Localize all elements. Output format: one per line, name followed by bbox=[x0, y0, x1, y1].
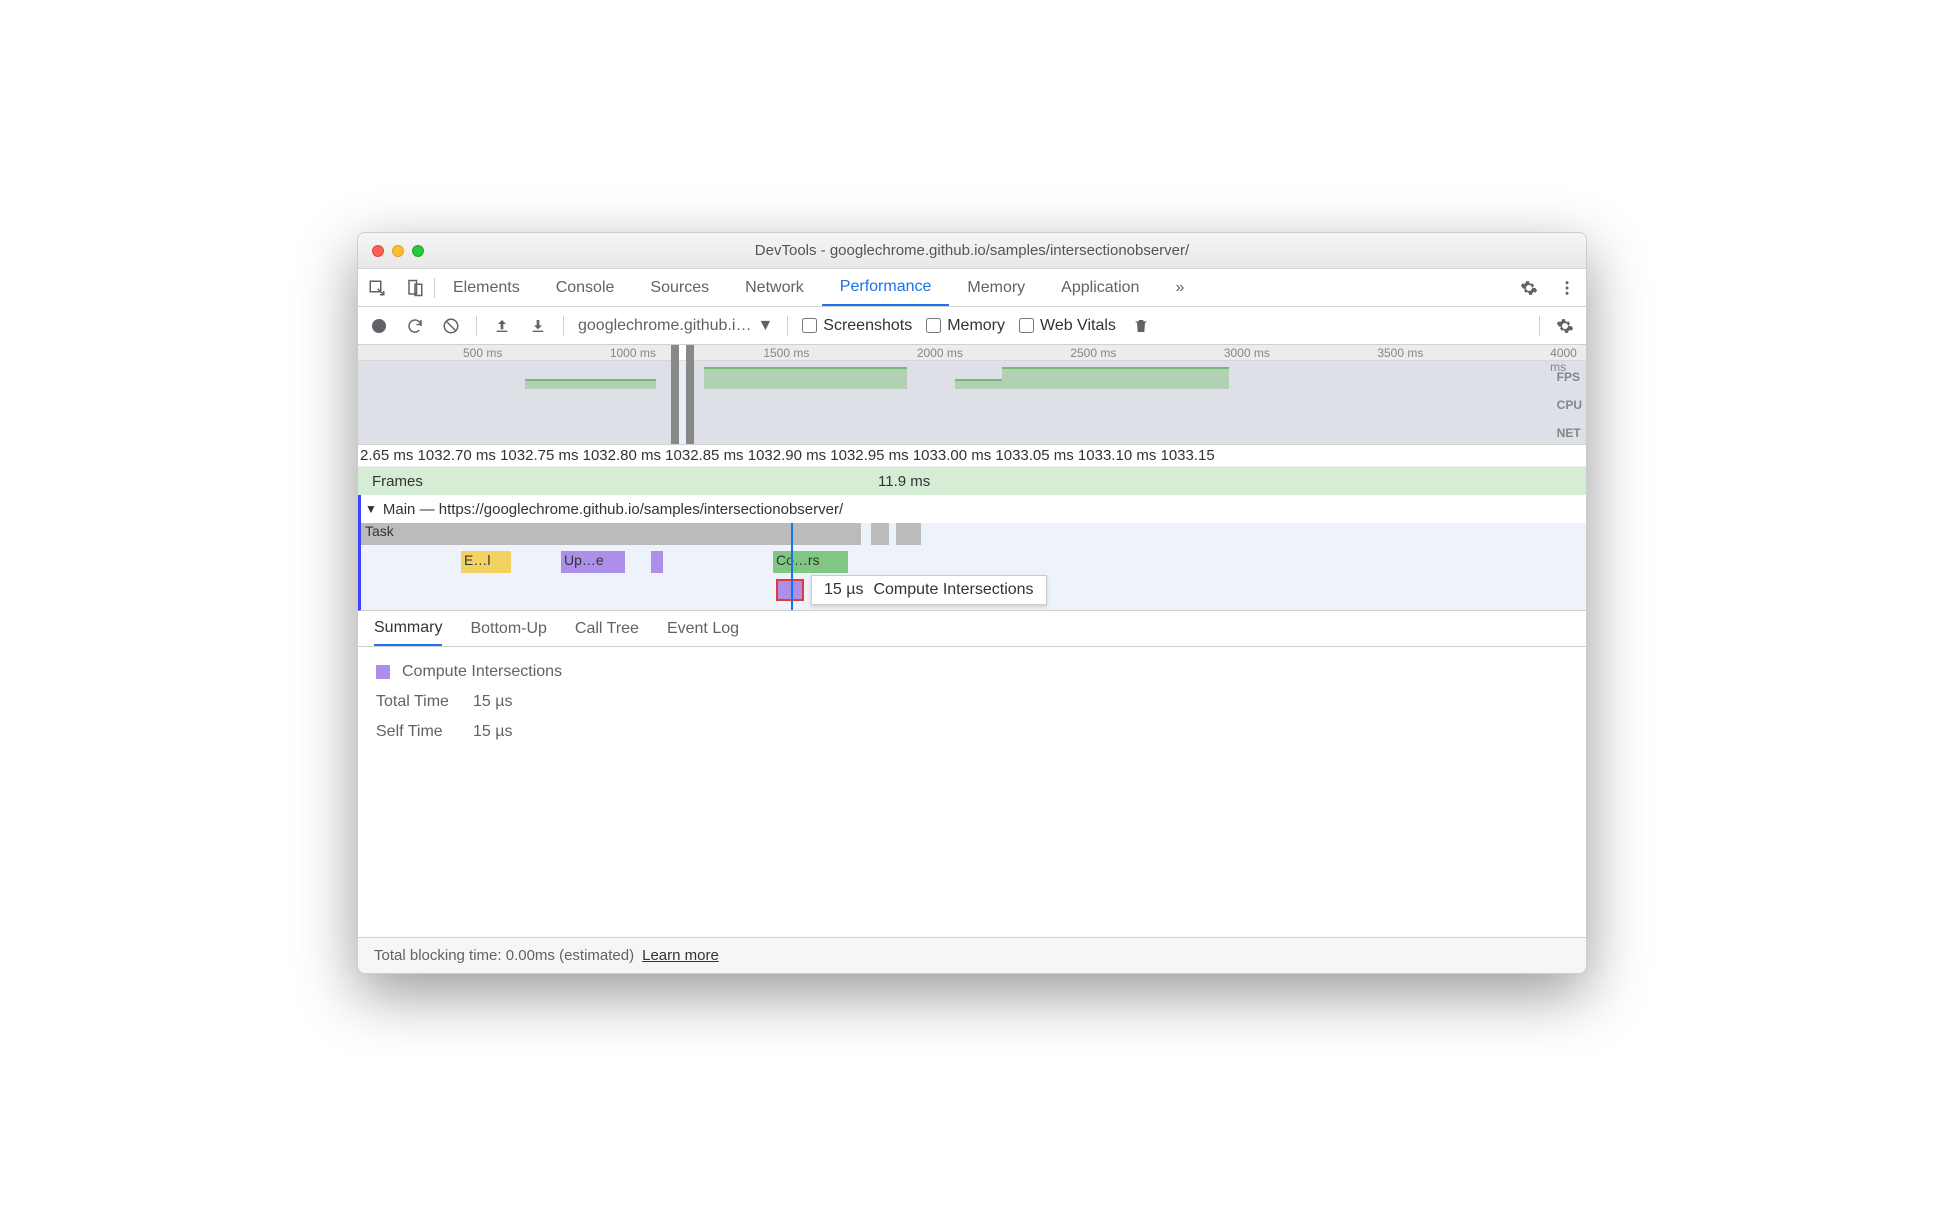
tab-performance[interactable]: Performance bbox=[822, 269, 950, 306]
webvitals-checkbox[interactable]: Web Vitals bbox=[1019, 317, 1116, 335]
overview-handle-right[interactable] bbox=[686, 345, 694, 444]
tab-bottom-up[interactable]: Bottom-Up bbox=[470, 620, 546, 638]
main-thread-label: Main — https://googlechrome.github.io/sa… bbox=[383, 501, 843, 518]
event-name: Compute Intersections bbox=[402, 663, 562, 681]
tab-call-tree[interactable]: Call Tree bbox=[575, 620, 639, 638]
tab-summary[interactable]: Summary bbox=[374, 611, 442, 646]
total-time-label: Total Time bbox=[376, 693, 461, 711]
flame-event-selected[interactable] bbox=[776, 579, 804, 601]
clear-button[interactable] bbox=[440, 315, 462, 337]
upload-profile-button[interactable] bbox=[491, 315, 513, 337]
tab-sources[interactable]: Sources bbox=[632, 269, 727, 306]
zoom-window-button[interactable] bbox=[412, 245, 424, 257]
memory-checkbox[interactable]: Memory bbox=[926, 317, 1005, 335]
collapse-arrow-icon[interactable]: ▼ bbox=[365, 502, 377, 516]
tab-memory[interactable]: Memory bbox=[949, 269, 1043, 306]
traffic-lights bbox=[372, 245, 424, 257]
overview-dim-left bbox=[358, 345, 674, 444]
panel-tabs: Elements Console Sources Network Perform… bbox=[358, 269, 1586, 307]
tbt-text: Total blocking time: 0.00ms (estimated) bbox=[374, 947, 634, 964]
tooltip-name: Compute Intersections bbox=[873, 581, 1033, 599]
separator bbox=[476, 316, 477, 336]
flame-event[interactable] bbox=[651, 551, 663, 573]
main-thread-header[interactable]: ▼ Main — https://googlechrome.github.io/… bbox=[358, 495, 1586, 523]
screenshots-checkbox[interactable]: Screenshots bbox=[802, 317, 912, 335]
tab-elements[interactable]: Elements bbox=[435, 269, 538, 306]
detail-time-ruler[interactable]: 2.65 ms 1032.70 ms 1032.75 ms 1032.80 ms… bbox=[358, 445, 1586, 467]
separator bbox=[787, 316, 788, 336]
minimize-window-button[interactable] bbox=[392, 245, 404, 257]
flame-event[interactable]: Co…rs bbox=[773, 551, 848, 573]
total-time-value: 15 µs bbox=[473, 693, 512, 711]
close-window-button[interactable] bbox=[372, 245, 384, 257]
flame-task[interactable]: Task bbox=[361, 523, 861, 545]
playhead-cursor[interactable] bbox=[791, 523, 793, 610]
settings-gear-icon[interactable] bbox=[1510, 279, 1548, 297]
perf-toolbar: googlechrome.github.i… ▼ Screenshots Mem… bbox=[358, 307, 1586, 345]
inspect-element-icon[interactable] bbox=[358, 279, 396, 297]
event-color-swatch bbox=[376, 665, 390, 679]
tab-application[interactable]: Application bbox=[1043, 269, 1157, 306]
record-button[interactable] bbox=[368, 315, 390, 337]
overview-handle-left[interactable] bbox=[671, 345, 679, 444]
tabs-overflow[interactable]: » bbox=[1157, 269, 1202, 306]
separator bbox=[563, 316, 564, 336]
frames-track[interactable]: Frames 11.9 ms bbox=[358, 467, 1586, 495]
profile-selector[interactable]: googlechrome.github.i… ▼ bbox=[578, 317, 773, 335]
tab-console[interactable]: Console bbox=[538, 269, 633, 306]
flame-task-segment[interactable] bbox=[896, 523, 921, 545]
frame-duration: 11.9 ms bbox=[878, 473, 930, 490]
summary-panel: Compute Intersections Total Time 15 µs S… bbox=[358, 647, 1586, 937]
frames-label: Frames bbox=[372, 473, 423, 490]
garbage-collect-icon[interactable] bbox=[1130, 315, 1152, 337]
separator bbox=[1539, 316, 1540, 336]
self-time-value: 15 µs bbox=[473, 723, 512, 741]
flame-event[interactable]: E…l bbox=[461, 551, 511, 573]
kebab-menu-icon[interactable] bbox=[1548, 279, 1586, 297]
self-time-label: Self Time bbox=[376, 723, 461, 741]
flame-chart[interactable]: Task E…l Up…e Co…rs 15 µs Compute Inters… bbox=[358, 523, 1586, 611]
tab-event-log[interactable]: Event Log bbox=[667, 620, 739, 638]
tooltip-duration: 15 µs bbox=[824, 581, 863, 599]
reload-record-button[interactable] bbox=[404, 315, 426, 337]
flame-task-segment[interactable] bbox=[871, 523, 889, 545]
capture-settings-icon[interactable] bbox=[1554, 315, 1576, 337]
dropdown-icon: ▼ bbox=[757, 317, 773, 335]
flame-event[interactable]: Up…e bbox=[561, 551, 625, 573]
overview-pane[interactable]: 500 ms 1000 ms 1500 ms 2000 ms 2500 ms 3… bbox=[358, 345, 1586, 445]
window-title: DevTools - googlechrome.github.io/sample… bbox=[358, 242, 1586, 259]
download-profile-button[interactable] bbox=[527, 315, 549, 337]
detail-tabs: Summary Bottom-Up Call Tree Event Log bbox=[358, 611, 1586, 647]
tab-network[interactable]: Network bbox=[727, 269, 822, 306]
learn-more-link[interactable]: Learn more bbox=[642, 947, 719, 964]
titlebar[interactable]: DevTools - googlechrome.github.io/sample… bbox=[358, 233, 1586, 269]
profile-selector-label: googlechrome.github.i… bbox=[578, 317, 751, 335]
footer-bar: Total blocking time: 0.00ms (estimated) … bbox=[358, 937, 1586, 973]
overview-dim-right bbox=[687, 345, 1586, 444]
device-toggle-icon[interactable] bbox=[396, 279, 434, 297]
devtools-window: DevTools - googlechrome.github.io/sample… bbox=[357, 232, 1587, 974]
flame-tooltip: 15 µs Compute Intersections bbox=[811, 575, 1047, 605]
